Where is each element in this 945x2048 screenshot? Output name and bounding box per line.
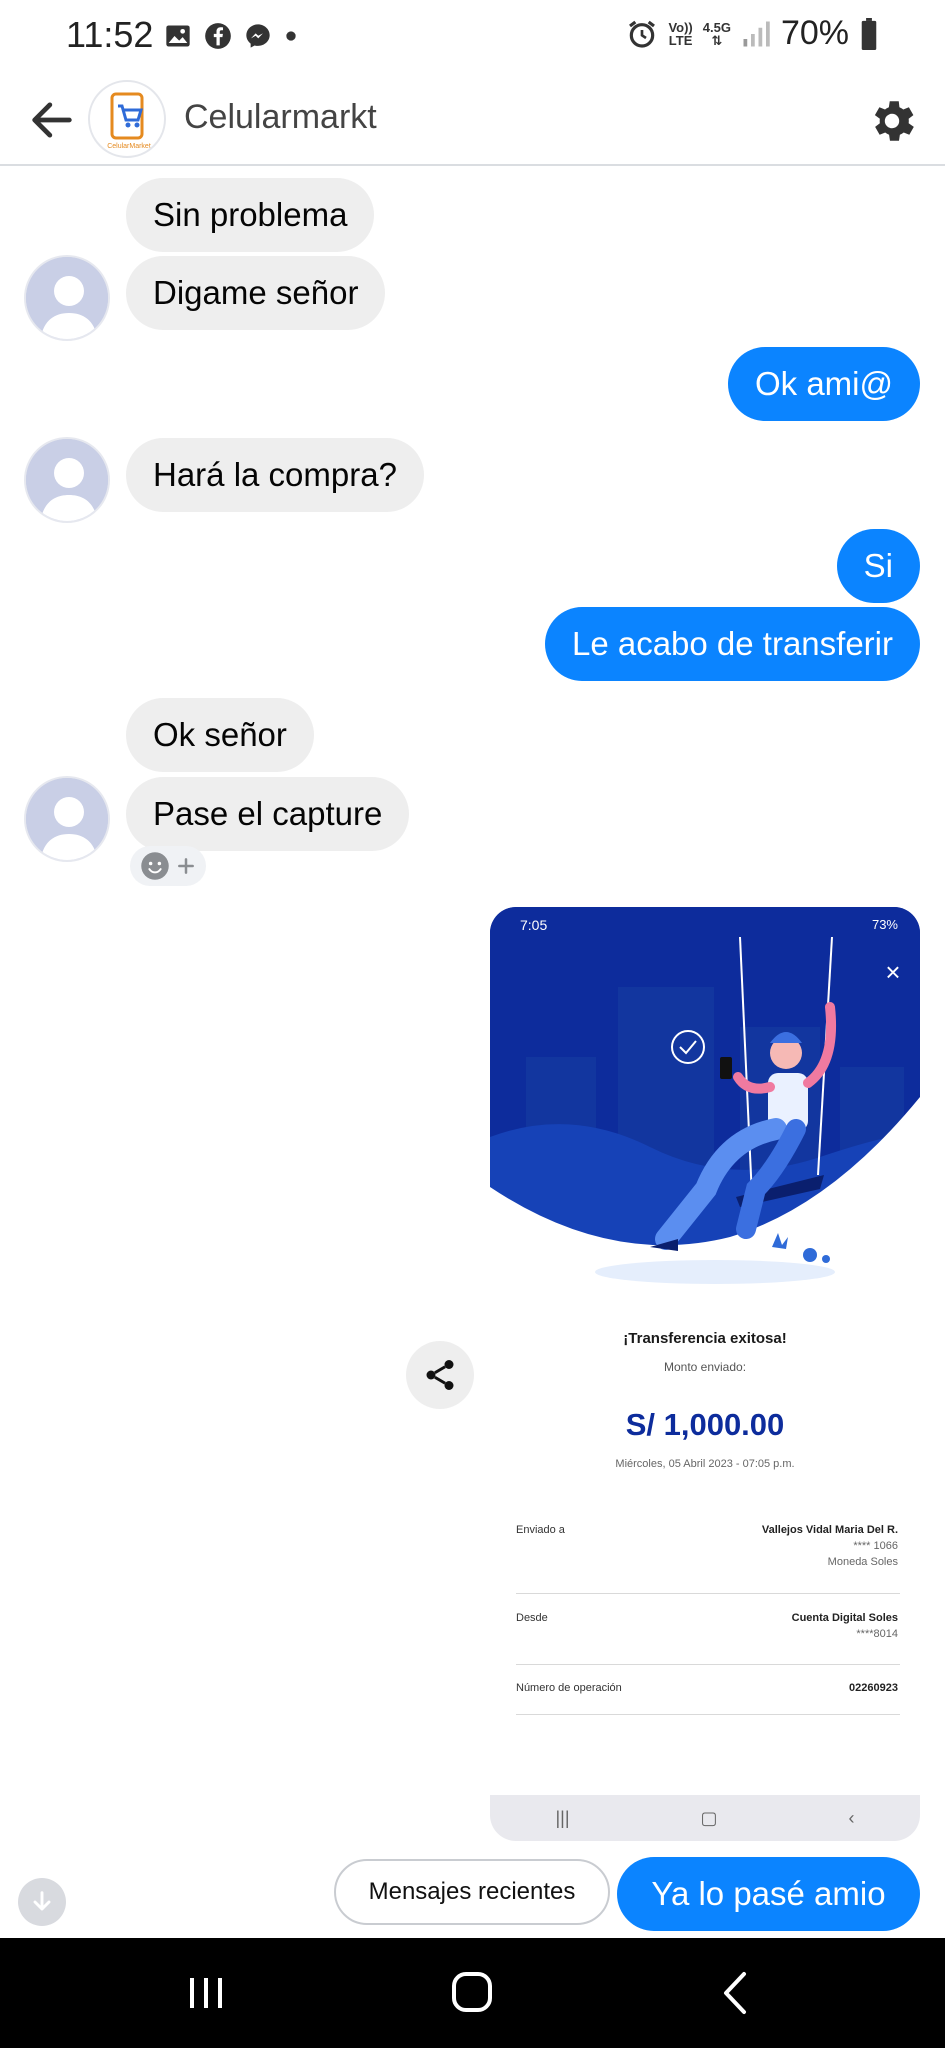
- operation-number-value: 02260923: [849, 1682, 898, 1694]
- add-reaction-button[interactable]: [130, 846, 206, 886]
- recent-messages-chip[interactable]: Mensajes recientes: [334, 1859, 610, 1925]
- contact-avatar[interactable]: [24, 255, 110, 341]
- data-label: 4.5G ⇅: [703, 21, 731, 47]
- arrow-down-icon: [33, 1891, 51, 1911]
- back-arrow-icon[interactable]: [26, 94, 78, 146]
- default-profile-icon: [26, 257, 108, 339]
- divider: [516, 1714, 900, 1715]
- home-icon: ▢: [700, 1807, 718, 1828]
- from-value: Cuenta Digital Soles ****8014: [792, 1612, 898, 1640]
- back-button-icon[interactable]: [706, 1968, 766, 2018]
- amount-sent-label: Monto enviado:: [663, 1360, 747, 1374]
- facebook-icon: [205, 23, 231, 49]
- screenshot-nav-bar: ||| ▢ ‹: [490, 1795, 920, 1841]
- recipient-name: Vallejos Vidal Maria Del R.: [761, 1524, 898, 1536]
- message-bubble-incoming[interactable]: Digame señor: [126, 256, 386, 330]
- battery-percent: 70%: [780, 14, 849, 52]
- page-avatar[interactable]: CelularMarket: [88, 80, 166, 158]
- from-label: Desde: [516, 1612, 548, 1624]
- back-icon: ‹: [848, 1807, 855, 1828]
- status-time: 11:52: [66, 14, 154, 55]
- plus-icon: [178, 858, 194, 874]
- home-button-icon[interactable]: [442, 1968, 502, 2018]
- recent-apps-icon[interactable]: [176, 1968, 236, 2018]
- source-account-name: Cuenta Digital Soles: [791, 1612, 898, 1624]
- message-bubble-incoming[interactable]: Pase el capture: [126, 777, 410, 851]
- page-title[interactable]: Celularmarkt: [184, 98, 377, 137]
- message-bubble-incoming[interactable]: Hará la compra?: [126, 438, 424, 512]
- shared-image-message[interactable]: 7:05 73% × ¡Transferencia exitosa! Monto…: [490, 907, 920, 1841]
- scroll-down-button[interactable]: [18, 1878, 66, 1926]
- screenshot-status-battery: 73%: [871, 917, 898, 932]
- lte-label: LTE: [668, 32, 693, 48]
- recents-icon: |||: [555, 1807, 570, 1828]
- swing-illustration: [490, 907, 920, 1299]
- signal-icon: [743, 21, 770, 46]
- screenshot-status-time: 7:05: [520, 917, 548, 933]
- alarm-icon: [629, 20, 656, 48]
- more-notifications-dot-icon: [286, 31, 296, 41]
- message-bubble-outgoing[interactable]: Le acabo de transferir: [544, 607, 920, 681]
- gallery-icon: [166, 25, 190, 47]
- status-right: Vo)) LTE 4.5G ⇅ 70%: [626, 14, 879, 53]
- divider: [516, 1593, 900, 1594]
- smiley-icon: [141, 852, 169, 880]
- battery-icon: [861, 17, 877, 50]
- network-label: Vo)) LTE: [668, 21, 692, 47]
- recipient-currency: Moneda Soles: [827, 1556, 898, 1568]
- system-navigation-bar: [0, 1938, 945, 2048]
- contact-avatar[interactable]: [24, 437, 110, 523]
- transfer-date: Miércoles, 05 Abril 2023 - 07:05 p.m.: [615, 1458, 795, 1470]
- logo-text: CelularMarket: [107, 143, 151, 150]
- default-profile-icon: [26, 439, 108, 521]
- sent-to-value: Vallejos Vidal Maria Del R. **** 1066 Mo…: [762, 1524, 898, 1568]
- operation-number-label: Número de operación: [516, 1682, 622, 1694]
- source-account-number: ****8014: [856, 1628, 898, 1640]
- message-bubble-incoming[interactable]: Ok señor: [126, 698, 314, 772]
- celularmarket-logo-icon: CelularMarket: [107, 92, 151, 150]
- data-type-label: 4.5G: [702, 19, 731, 35]
- chat-header: CelularMarket Celularmarkt: [0, 74, 945, 166]
- default-profile-icon: [26, 778, 108, 860]
- share-icon: [426, 1360, 454, 1390]
- message-bubble-outgoing[interactable]: Si: [836, 529, 920, 603]
- status-bar: 11:52 Vo)) LTE 4.5G ⇅ 70%: [0, 0, 945, 74]
- suggested-reply-button[interactable]: Ya lo pasé amio: [617, 1857, 920, 1931]
- message-bubble-outgoing[interactable]: Ok ami@: [727, 347, 920, 421]
- notification-icons: [164, 22, 298, 50]
- share-button[interactable]: [406, 1341, 474, 1409]
- transfer-success-title: ¡Transferencia exitosa!: [623, 1330, 787, 1347]
- transfer-amount: S/ 1,000.00: [625, 1407, 785, 1442]
- divider: [516, 1664, 900, 1665]
- close-icon: ×: [885, 957, 901, 987]
- volte-label: Vo)): [668, 19, 693, 35]
- contact-avatar[interactable]: [24, 776, 110, 862]
- transfer-illustration: 7:05 73% ×: [490, 907, 920, 1299]
- gear-icon[interactable]: [865, 94, 919, 148]
- messenger-icon: [246, 24, 270, 48]
- recipient-account: **** 1066: [853, 1540, 898, 1552]
- operation-number: 02260923: [849, 1682, 898, 1694]
- message-bubble-incoming[interactable]: Sin problema: [126, 178, 375, 252]
- data-arrows-icon: ⇅: [711, 32, 723, 48]
- sent-to-label: Enviado a: [516, 1524, 565, 1536]
